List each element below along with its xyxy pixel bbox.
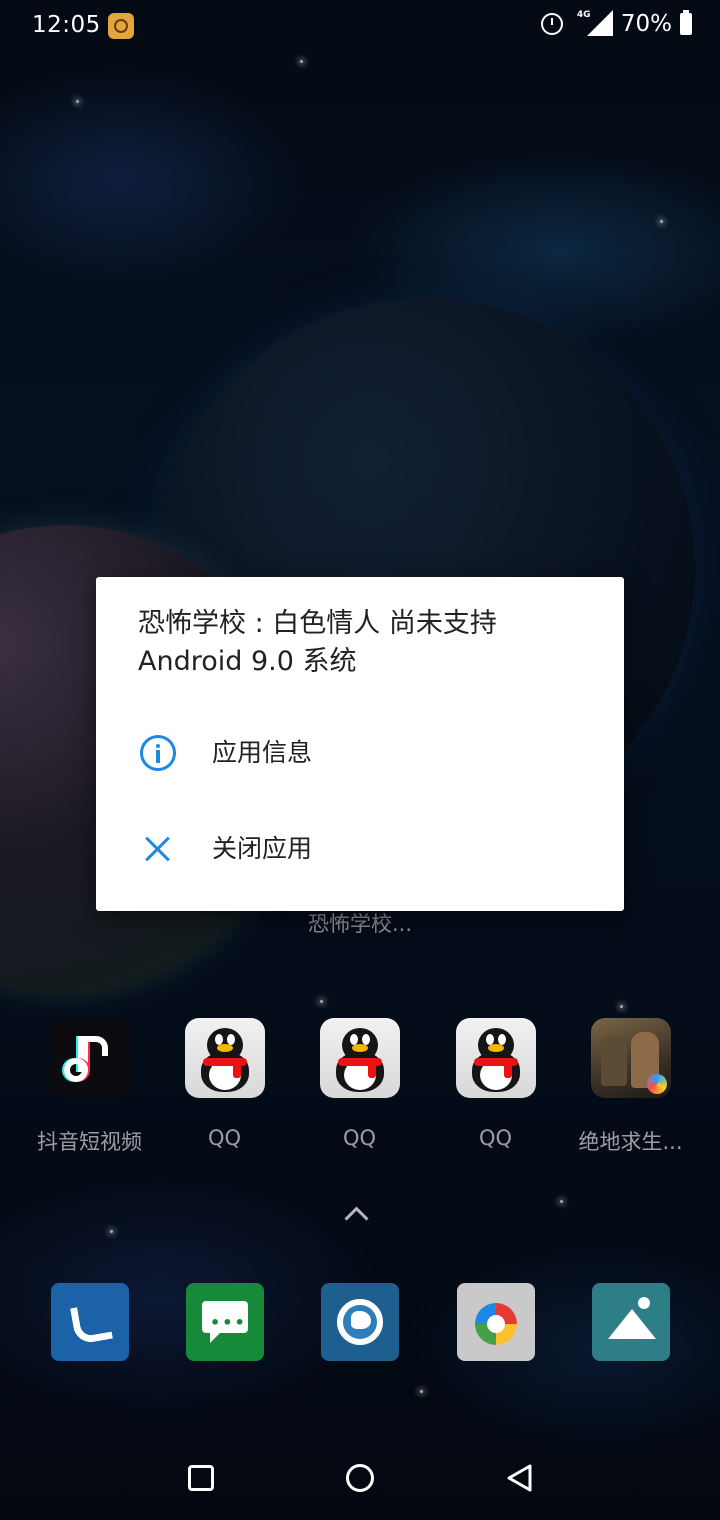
app-label: QQ	[478, 1126, 513, 1150]
camera-icon[interactable]	[457, 1283, 535, 1361]
status-time: 12:05	[32, 12, 101, 38]
app-qq-2[interactable]: QQ	[292, 1018, 427, 1150]
app-notification-icon	[108, 13, 134, 39]
app-tiktok[interactable]: 抖音短视频	[22, 1018, 157, 1156]
home-icon[interactable]	[346, 1464, 374, 1492]
app-grid-row: 抖音短视频 QQ QQ QQ 绝地求生...	[0, 1018, 720, 1168]
messages-icon[interactable]: •••	[186, 1283, 264, 1361]
navigation-bar	[0, 1430, 720, 1520]
qq-icon	[319, 1018, 400, 1098]
app-label: 抖音短视频	[37, 1130, 142, 1154]
close-app-label: 关闭应用	[212, 834, 313, 863]
tiktok-icon	[49, 1018, 130, 1098]
cellular-signal-icon: 4G	[571, 10, 613, 38]
recents-icon[interactable]	[188, 1465, 214, 1491]
app-label-partial: 恐怖学校...	[307, 912, 413, 936]
qq-icon	[184, 1018, 265, 1098]
gallery-icon[interactable]	[592, 1283, 670, 1361]
info-icon	[140, 735, 176, 771]
pubg-game-icon	[590, 1018, 671, 1098]
qq-icon	[455, 1018, 536, 1098]
browser-icon[interactable]	[321, 1283, 399, 1361]
alarm-icon	[540, 13, 563, 35]
app-qq-3[interactable]: QQ	[428, 1018, 563, 1150]
dock: •••	[0, 1283, 720, 1363]
app-info-label: 应用信息	[212, 738, 313, 767]
status-bar: 12:05 4G 70%	[0, 0, 720, 54]
app-label: 绝地求生...	[578, 1130, 683, 1154]
close-icon	[140, 831, 176, 867]
dialog-title: 恐怖学校 : 白色情人 尚未支持 Android 9.0 系统	[138, 608, 497, 677]
status-icons: 4G 70%	[540, 10, 692, 38]
close-app-option[interactable]: 关闭应用	[96, 803, 624, 893]
app-qq-1[interactable]: QQ	[157, 1018, 292, 1150]
phone-icon[interactable]	[51, 1283, 129, 1361]
app-compat-dialog: 恐怖学校 : 白色情人 尚未支持 Android 9.0 系统 应用信息 关闭应…	[96, 577, 624, 911]
battery-icon	[680, 10, 692, 35]
app-pubg[interactable]: 绝地求生...	[563, 1018, 698, 1156]
app-info-option[interactable]: 应用信息	[96, 707, 624, 797]
app-label: QQ	[207, 1126, 242, 1150]
battery-percent: 70%	[620, 11, 672, 37]
app-label: QQ	[342, 1126, 377, 1150]
